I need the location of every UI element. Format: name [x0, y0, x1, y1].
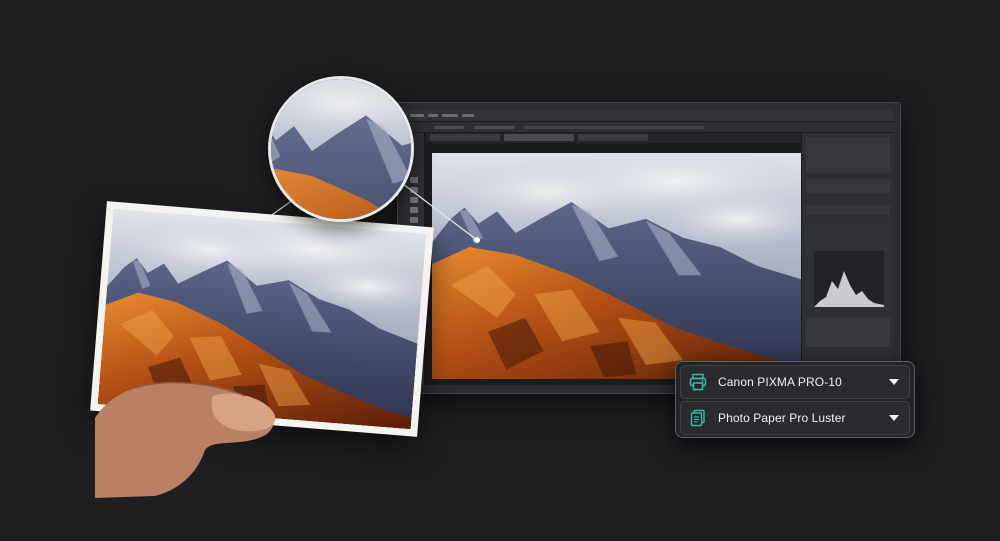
print-settings-panel: Canon PIXMA PRO-10 Photo Paper Pro Luste…	[675, 361, 915, 438]
magnifier-loupe	[268, 76, 414, 222]
paper-type: Photo Paper Pro Luster	[718, 411, 846, 425]
printer-select[interactable]: Canon PIXMA PRO-10	[680, 365, 910, 399]
printer-icon	[688, 372, 708, 392]
paper-select[interactable]: Photo Paper Pro Luster	[680, 401, 910, 435]
document-icon	[688, 408, 708, 428]
chevron-down-icon[interactable]	[889, 415, 899, 421]
hand-icon	[95, 381, 276, 498]
chevron-down-icon[interactable]	[889, 379, 899, 385]
scene: Canon PIXMA PRO-10 Photo Paper Pro Luste…	[0, 0, 1000, 541]
printer-name: Canon PIXMA PRO-10	[718, 375, 842, 389]
